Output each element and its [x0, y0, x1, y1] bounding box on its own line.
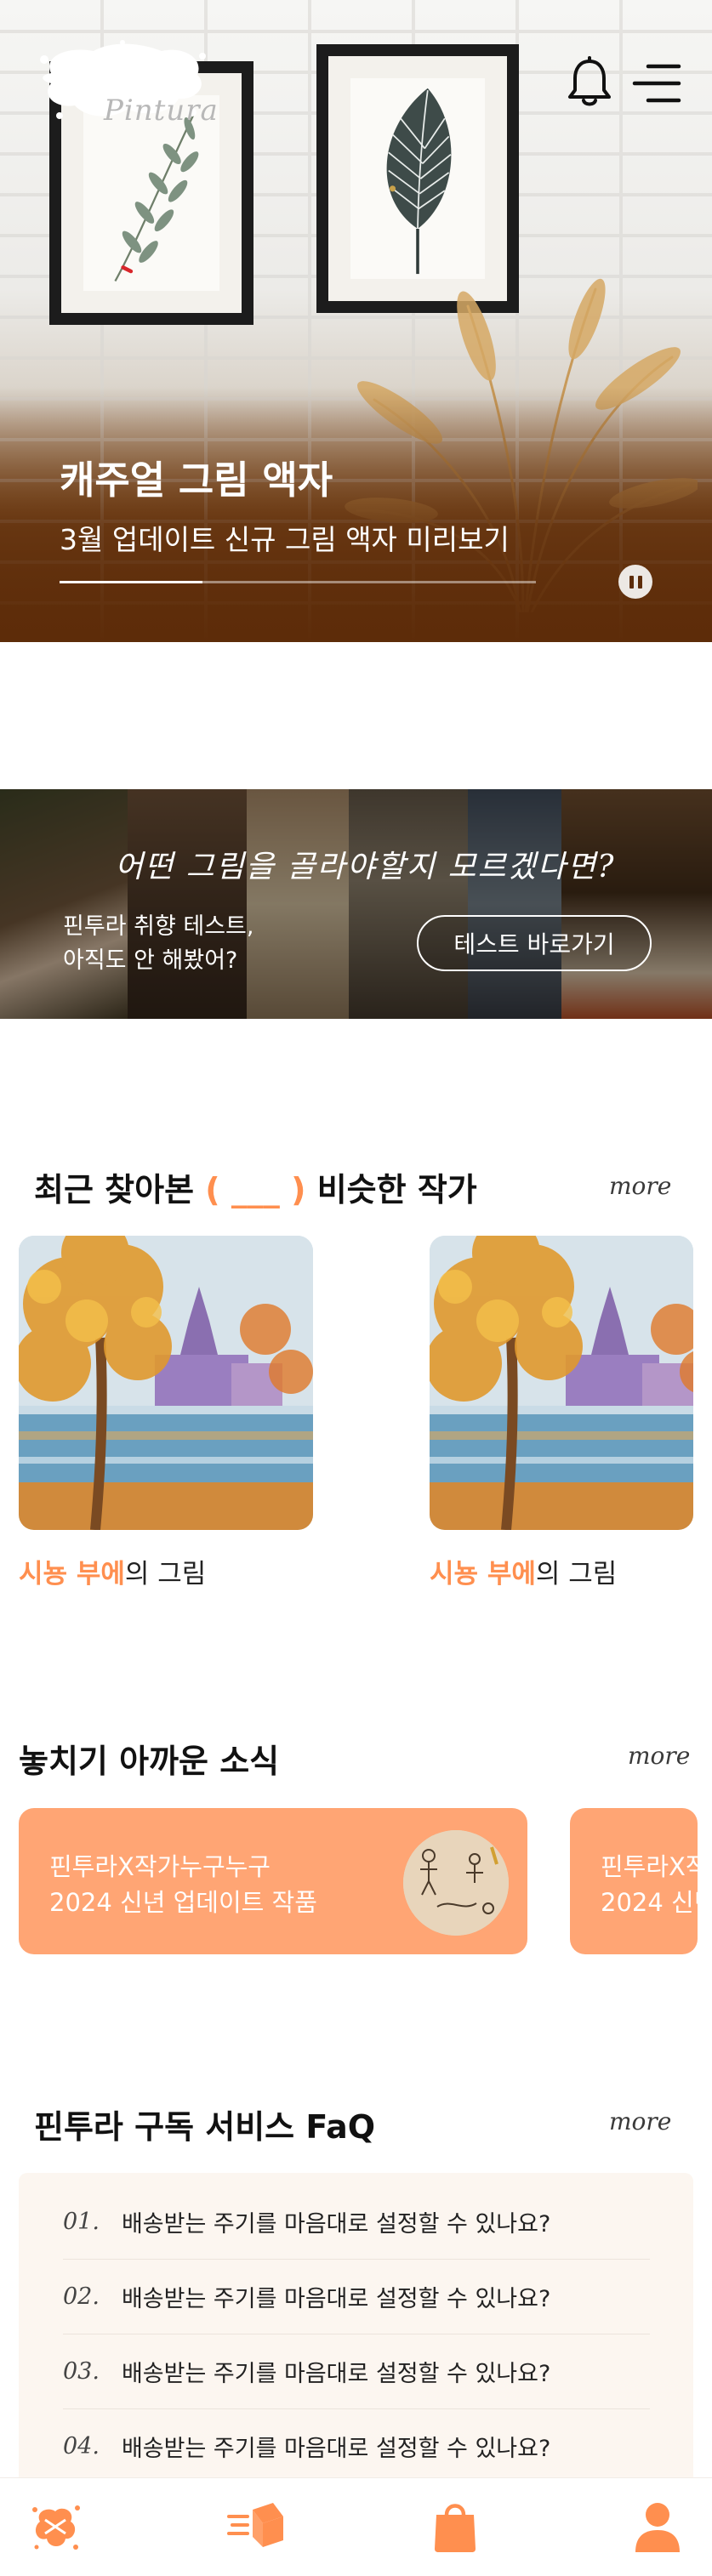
hero-slide-progress-fill	[60, 581, 202, 583]
artist-caption: 시뇽 부에의 그림	[19, 1559, 207, 1589]
faq-item[interactable]: 01. 배송받는 주기를 마음대로 설정할 수 있나요?	[63, 2185, 650, 2260]
notification-button[interactable]	[567, 56, 612, 109]
news-card[interactable]: 핀투라X작가누구누구 2024 신년 업데이트 작품	[19, 1808, 527, 1954]
artist-card[interactable]: 시뇽 부에의 그림	[430, 1236, 712, 1590]
pause-button[interactable]	[618, 565, 652, 599]
news-card[interactable]: 핀투라X작가누구누구 2024 신년 업데이트 작품	[570, 1808, 698, 1954]
faq-question: 배송받는 주기를 마음대로 설정할 수 있나요?	[121, 2361, 551, 2387]
shopping-bag-icon	[435, 2504, 476, 2552]
menu-button[interactable]	[631, 61, 682, 105]
news-title: 놓치기 아까운 소식	[19, 1743, 280, 1780]
user-profile-icon	[635, 2503, 680, 2552]
news-card-text: 핀투라X작가누구누구 2024 신년 업데이트 작품	[49, 1852, 317, 1917]
artist-name: 시뇽 부에	[19, 1559, 125, 1589]
artist-card[interactable]: 시뇽 부에의 그림	[19, 1236, 313, 1590]
artist-caption: 시뇽 부에의 그림	[430, 1559, 618, 1589]
delivery-box-icon	[227, 2503, 283, 2547]
faq-question: 배송받는 주기를 마음대로 설정할 수 있나요?	[121, 2286, 551, 2312]
artist-name-blank: ( ___ )	[205, 1171, 306, 1208]
hero-subtitle: 3월 업데이트 신규 그림 액자 미리보기	[60, 523, 510, 556]
go-to-test-button[interactable]: 테스트 바로가기	[417, 915, 652, 971]
faq-question: 배송받는 주기를 마음대로 설정할 수 있나요?	[121, 2211, 551, 2238]
pause-icon	[629, 575, 634, 589]
news-card-text: 핀투라X작가누구누구 2024 신년 업데이트 작품	[601, 1852, 698, 1917]
artist-name: 시뇽 부에	[430, 1559, 536, 1589]
faq-item[interactable]: 02. 배송받는 주기를 마음대로 설정할 수 있나요?	[63, 2260, 650, 2334]
recent-artists-more-link[interactable]: more	[609, 1172, 671, 1200]
test-banner-text: 핀투라 취향 테스트, 아직도 안 해봤어?	[63, 913, 254, 974]
nav-home-button[interactable]	[26, 2497, 85, 2556]
faq-title: 핀투라 구독 서비스 FaQ	[34, 2108, 376, 2146]
faq-question: 배송받는 주기를 마음대로 설정할 수 있나요?	[121, 2436, 551, 2462]
hero-gradient-overlay	[0, 387, 712, 642]
bottom-navigation	[0, 2477, 712, 2576]
faq-item[interactable]: 03. 배송받는 주기를 마음대로 설정할 수 있나요?	[63, 2334, 650, 2409]
news-more-link[interactable]: more	[628, 1742, 690, 1770]
logo-text: Pintura	[104, 94, 219, 128]
artist-painting-image	[430, 1236, 693, 1530]
hero-title: 캐주얼 그림 액자	[60, 458, 333, 503]
nav-shop-button[interactable]	[425, 2497, 485, 2556]
nav-profile-button[interactable]	[628, 2497, 687, 2556]
banner-dark-overlay	[0, 789, 712, 1019]
bell-icon	[568, 56, 611, 106]
home-splash-icon	[32, 2505, 80, 2550]
artist-painting-image	[19, 1236, 313, 1530]
pintura-logo[interactable]: Pintura	[34, 39, 218, 128]
recent-artists-title: 최근 찾아본 ( ___ ) 비슷한 작가	[34, 1171, 477, 1208]
faq-more-link[interactable]: more	[609, 2107, 671, 2135]
taste-test-banner[interactable]	[0, 789, 712, 1019]
faq-item[interactable]: 04. 배송받는 주기를 마음대로 설정할 수 있나요?	[63, 2409, 650, 2484]
news-thumbnail-sketch	[403, 1830, 509, 1936]
hero-slide-progress	[60, 581, 536, 583]
test-banner-headline: 어떤 그림을 골라야할지 모르겠다면?	[115, 850, 616, 884]
hamburger-menu-icon	[632, 64, 681, 103]
nav-subscription-button[interactable]	[226, 2497, 286, 2556]
